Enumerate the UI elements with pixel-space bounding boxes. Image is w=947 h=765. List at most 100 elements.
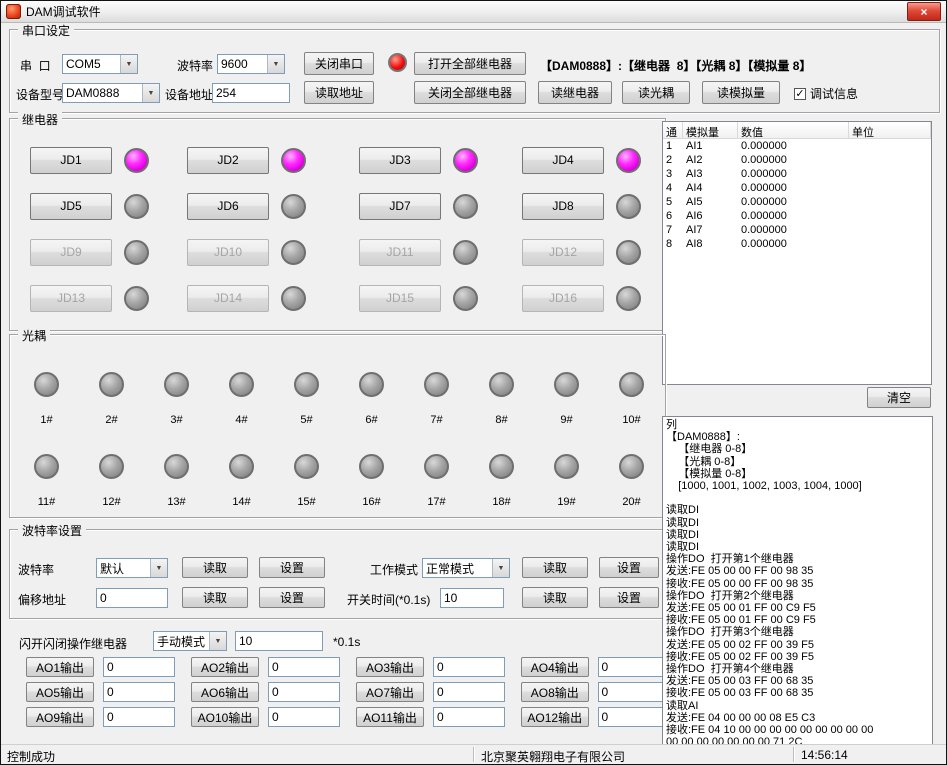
- read-work-mode-button[interactable]: 读取: [522, 557, 588, 578]
- ao-output-button[interactable]: AO10输出: [191, 707, 259, 727]
- relay-button[interactable]: JD4: [522, 147, 604, 174]
- set-work-mode-button[interactable]: 设置: [599, 557, 659, 578]
- relay-button[interactable]: JD5: [30, 193, 112, 220]
- checkmark-icon: ✓: [794, 88, 806, 100]
- ao-output-input[interactable]: 0: [598, 682, 670, 702]
- ao-output-button[interactable]: AO11输出: [356, 707, 424, 727]
- ao-cell: AO6输出 0: [191, 682, 356, 707]
- baud-value: 9600: [218, 57, 267, 71]
- ao-output-input[interactable]: 0: [433, 657, 505, 677]
- set-switch-time-button[interactable]: 设置: [599, 587, 659, 608]
- ao-output-button[interactable]: AO9输出: [26, 707, 94, 727]
- relay-button[interactable]: JD15: [359, 285, 441, 312]
- table-row[interactable]: 6 AI6 0.000000: [663, 209, 931, 223]
- relay-button[interactable]: JD16: [522, 285, 604, 312]
- read-opto-button[interactable]: 读光耦: [622, 81, 690, 104]
- relay-button[interactable]: JD6: [187, 193, 269, 220]
- read-analog-button[interactable]: 读模拟量: [702, 81, 780, 104]
- chevron-down-icon[interactable]: ▼: [492, 559, 509, 577]
- relay-button[interactable]: JD12: [522, 239, 604, 266]
- ao-output-button[interactable]: AO4输出: [521, 657, 589, 677]
- chevron-down-icon[interactable]: ▼: [150, 559, 167, 577]
- opto-cell: 18#: [469, 454, 534, 508]
- address-input[interactable]: 254: [212, 83, 290, 103]
- opto-cell: 3#: [144, 372, 209, 426]
- ao-output-input[interactable]: 0: [598, 657, 670, 677]
- clear-button[interactable]: 清空: [867, 387, 931, 408]
- table-row[interactable]: 1 AI1 0.000000: [663, 139, 931, 153]
- set-baudrate-button[interactable]: 设置: [259, 557, 325, 578]
- debug-log[interactable]: 列 【DAM0888】: 【继电器 0-8】 【光耦 0-8】 【模拟量 0-8…: [662, 416, 933, 744]
- ao-output-button[interactable]: AO5输出: [26, 682, 94, 702]
- baudrate-select[interactable]: 默认 ▼: [96, 558, 168, 578]
- offset-address-input[interactable]: 0: [96, 588, 168, 608]
- ao-output-input[interactable]: 0: [268, 707, 340, 727]
- model-select[interactable]: DAM0888 ▼: [62, 83, 160, 103]
- table-row[interactable]: 8 AI8 0.000000: [663, 237, 931, 251]
- column-header-value[interactable]: 数值: [738, 122, 849, 138]
- chevron-down-icon[interactable]: ▼: [209, 632, 226, 650]
- table-row[interactable]: 3 AI3 0.000000: [663, 167, 931, 181]
- opto-led: [294, 372, 319, 397]
- opto-led: [489, 372, 514, 397]
- relay-button[interactable]: JD7: [359, 193, 441, 220]
- ao-output-input[interactable]: 0: [433, 682, 505, 702]
- relay-button[interactable]: JD13: [30, 285, 112, 312]
- read-offset-button[interactable]: 读取: [182, 587, 248, 608]
- relay-button[interactable]: JD2: [187, 147, 269, 174]
- ao-output-input[interactable]: 0: [268, 682, 340, 702]
- column-header-analog[interactable]: 模拟量: [683, 122, 738, 138]
- read-address-button[interactable]: 读取地址: [304, 81, 374, 104]
- open-all-relays-button[interactable]: 打开全部继电器: [414, 52, 526, 75]
- ao-output-button[interactable]: AO7输出: [356, 682, 424, 702]
- table-row[interactable]: 5 AI5 0.000000: [663, 195, 931, 209]
- baud-select[interactable]: 9600 ▼: [217, 54, 285, 74]
- relay-button[interactable]: JD14: [187, 285, 269, 312]
- opto-led: [489, 454, 514, 479]
- ao-output-input[interactable]: 0: [268, 657, 340, 677]
- relay-group-title: 继电器: [18, 111, 62, 128]
- relay-button[interactable]: JD11: [359, 239, 441, 266]
- ao-output-input[interactable]: 0: [433, 707, 505, 727]
- work-mode-select[interactable]: 正常模式 ▼: [422, 558, 510, 578]
- read-switch-time-button[interactable]: 读取: [522, 587, 588, 608]
- ao-output-button[interactable]: AO3输出: [356, 657, 424, 677]
- opto-label: 14#: [232, 496, 250, 508]
- ao-output-button[interactable]: AO12输出: [521, 707, 589, 727]
- ao-output-button[interactable]: AO2输出: [191, 657, 259, 677]
- relay-button[interactable]: JD10: [187, 239, 269, 266]
- opto-led: [34, 454, 59, 479]
- read-relay-button[interactable]: 读继电器: [538, 81, 612, 104]
- opto-led: [424, 372, 449, 397]
- relay-button[interactable]: JD3: [359, 147, 441, 174]
- table-row[interactable]: 7 AI7 0.000000: [663, 223, 931, 237]
- relay-button[interactable]: JD9: [30, 239, 112, 266]
- ao-output-input[interactable]: 0: [103, 657, 175, 677]
- close-button[interactable]: ×: [907, 2, 941, 21]
- ao-output-button[interactable]: AO1输出: [26, 657, 94, 677]
- ao-output-button[interactable]: AO8输出: [521, 682, 589, 702]
- column-header-unit[interactable]: 单位: [849, 122, 931, 138]
- ao-output-input[interactable]: 0: [598, 707, 670, 727]
- column-header-channel[interactable]: 通: [663, 122, 683, 138]
- chevron-down-icon[interactable]: ▼: [267, 55, 284, 73]
- close-all-relays-button[interactable]: 关闭全部继电器: [414, 81, 526, 104]
- table-row[interactable]: 2 AI2 0.000000: [663, 153, 931, 167]
- close-port-button[interactable]: 关闭串口: [304, 52, 374, 75]
- model-label: 设备型号: [16, 86, 64, 103]
- relay-button[interactable]: JD1: [30, 147, 112, 174]
- read-baudrate-button[interactable]: 读取: [182, 557, 248, 578]
- relay-button[interactable]: JD8: [522, 193, 604, 220]
- ao-output-input[interactable]: 0: [103, 707, 175, 727]
- chevron-down-icon[interactable]: ▼: [120, 55, 137, 73]
- ao-output-input[interactable]: 0: [103, 682, 175, 702]
- ao-output-button[interactable]: AO6输出: [191, 682, 259, 702]
- flash-mode-select[interactable]: 手动模式 ▼: [153, 631, 227, 651]
- switch-time-input[interactable]: 10: [440, 588, 504, 608]
- table-row[interactable]: 4 AI4 0.000000: [663, 181, 931, 195]
- flash-time-input[interactable]: 10: [235, 631, 323, 651]
- port-select[interactable]: COM5 ▼: [62, 54, 138, 74]
- set-offset-button[interactable]: 设置: [259, 587, 325, 608]
- chevron-down-icon[interactable]: ▼: [142, 84, 159, 102]
- debug-info-checkbox[interactable]: ✓ 调试信息: [794, 85, 858, 102]
